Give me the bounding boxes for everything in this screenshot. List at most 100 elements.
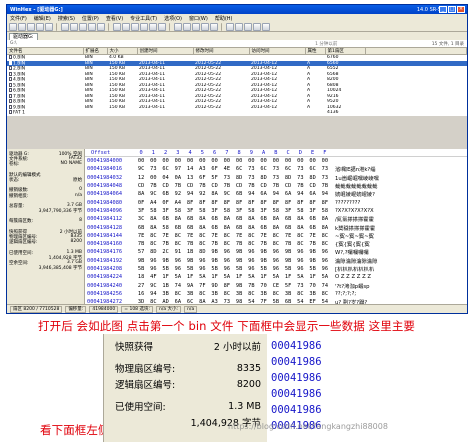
hex-byte[interactable]: 8A — [270, 216, 282, 222]
hex-byte[interactable]: 73 — [270, 166, 282, 172]
hex-byte[interactable]: 00 — [147, 158, 159, 164]
toolbar-icon-button[interactable] — [18, 22, 26, 31]
hex-byte[interactable]: 96 — [196, 258, 208, 264]
hex-byte[interactable]: 6B — [233, 225, 245, 231]
hex-byte[interactable]: 7B — [172, 183, 184, 189]
hex-byte[interactable]: 6B — [172, 225, 184, 231]
toolbar-icon-button[interactable] — [226, 22, 234, 31]
toolbar-icon-button[interactable] — [140, 22, 148, 31]
hex-byte[interactable]: 73 — [294, 283, 306, 289]
hex-byte[interactable]: 96 — [196, 266, 208, 272]
hex-byte[interactable]: 1F — [282, 274, 294, 280]
hex-byte[interactable]: 96 — [172, 266, 184, 272]
hex-byte[interactable]: 6B — [209, 225, 221, 231]
hex-byte[interactable]: 7E — [184, 233, 196, 239]
hex-byte[interactable]: 8D — [307, 175, 319, 181]
hex-byte[interactable]: 9B — [258, 249, 270, 255]
hex-byte[interactable]: 8C — [196, 241, 208, 247]
hex-byte[interactable]: 7B — [245, 283, 257, 289]
hex-byte[interactable]: 4F — [147, 274, 159, 280]
hex-byte[interactable]: 8C — [294, 241, 306, 247]
hex-byte[interactable]: 8F — [221, 283, 233, 289]
hex-row[interactable]: 00041984128 6B 8A 58 6B 6B 8A 6B 8A 6B 8A 6B 8A 6B 8A 6… — [85, 223, 467, 232]
hex-ascii[interactable]: k奦穢搽搽搽霍霍 — [331, 224, 375, 232]
hex-byte[interactable]: 00 — [196, 158, 208, 164]
menu-item-4[interactable]: 查看(V) — [106, 15, 123, 22]
hex-byte[interactable]: 8F — [209, 200, 221, 206]
hex-byte[interactable]: 73 — [147, 166, 159, 172]
hex-byte[interactable]: 6B — [307, 225, 319, 231]
hex-bytes[interactable]: 9B 96 9B 96 9B 96 9B 96 9B 96 9B 96 9B 96 9B 96 — [135, 258, 331, 264]
hex-ascii[interactable]: ??;?;?;?; — [331, 291, 356, 297]
hex-byte[interactable]: 8C — [245, 241, 257, 247]
hex-row[interactable]: 00041984240 27 9C 1B 74 9A 7F 9D 8F 9B 7B 70 CE 5F 73 7… — [85, 281, 467, 290]
hex-byte[interactable]: 3C — [135, 216, 147, 222]
hex-byte[interactable]: 8F — [319, 200, 331, 206]
hex-byte[interactable]: 96 — [221, 258, 233, 264]
hex-bytes[interactable]: 9C 73 6C 97 14 A3 6F 4E 6C 73 6C 73 6C 73 6C 73 — [135, 166, 331, 172]
hex-byte[interactable]: 6B — [258, 216, 270, 222]
hex-byte[interactable]: 5A — [270, 274, 282, 280]
hex-byte[interactable]: 5B — [258, 266, 270, 272]
hex-byte[interactable]: 6B — [135, 225, 147, 231]
hex-byte[interactable]: 73 — [294, 166, 306, 172]
hex-byte[interactable]: 8C — [221, 233, 233, 239]
menu-item-3[interactable]: 位置(P) — [82, 15, 99, 22]
hex-byte[interactable]: 91 — [172, 249, 184, 255]
minimize-button[interactable]: _ — [439, 6, 447, 13]
hex-byte[interactable]: A4 — [172, 200, 184, 206]
hex-byte[interactable]: 8F — [307, 200, 319, 206]
hex-byte[interactable]: 6B — [233, 191, 245, 197]
hex-ascii[interactable]: W?,?囑囑囑囑 — [331, 248, 369, 256]
hex-byte[interactable]: 3B — [307, 291, 319, 297]
hex-byte[interactable]: 8C — [172, 241, 184, 247]
hex-bytes[interactable]: 5B 96 5B 96 5B 96 5B 96 5B 96 5B 96 5B 96 5B 96 — [135, 266, 331, 272]
menu-item-8[interactable]: 帮助(H) — [215, 15, 233, 22]
hex-byte[interactable]: 73 — [221, 175, 233, 181]
hex-byte[interactable]: 00 — [184, 158, 196, 164]
hex-byte[interactable]: 7E — [209, 233, 221, 239]
hex-byte[interactable]: 58 — [147, 208, 159, 214]
hex-byte[interactable]: 8F — [294, 200, 306, 206]
hex-byte[interactable]: 8A — [147, 216, 159, 222]
hex-byte[interactable]: 12 — [135, 175, 147, 181]
hex-byte[interactable]: 8F — [245, 200, 257, 206]
hex-byte[interactable]: 3F — [184, 208, 196, 214]
hex-byte[interactable]: 7B — [196, 183, 208, 189]
hex-byte[interactable]: 3F — [233, 208, 245, 214]
hex-row[interactable]: 00041984016 9C 73 6C 97 14 A3 6F 4E 6C 73 6C 73 6C 73 6… — [85, 165, 467, 173]
hex-ascii[interactable]: O Z Z Z Z Z Z — [331, 274, 371, 280]
hex-byte[interactable]: 8F — [184, 200, 196, 206]
hex-byte[interactable]: 6A — [307, 191, 319, 197]
hex-bytes[interactable]: 8A 9C 6B 92 94 92 8A 9C 6B 94 6A 94 6A 94 6A 94 — [135, 191, 331, 197]
hex-byte[interactable]: 6B — [282, 216, 294, 222]
hex-byte[interactable]: 7B — [319, 183, 331, 189]
hex-byte[interactable]: 8C — [172, 233, 184, 239]
hex-byte[interactable]: 13 — [184, 175, 196, 181]
hex-row[interactable]: 00041984080 0F A4 0F A4 8F 8F 8F 8F 8F 8F 8F 8F 8F 8F 8… — [85, 198, 467, 206]
hex-byte[interactable]: 8A — [196, 216, 208, 222]
hex-ascii[interactable]: 渻l棷E譪n溎k?缁 — [331, 165, 376, 173]
hex-byte[interactable]: 5B — [282, 266, 294, 272]
hex-byte[interactable]: 9B — [307, 249, 319, 255]
hex-byte[interactable]: 9B — [233, 283, 245, 289]
hex-byte[interactable]: 8C — [221, 291, 233, 297]
hex-byte[interactable]: 00 — [233, 158, 245, 164]
hex-byte[interactable]: 8A — [270, 225, 282, 231]
hex-byte[interactable]: 73 — [319, 166, 331, 172]
hex-bytes[interactable]: 3C 8A 6B 8A 6B 8A 6B 8A 6B 8A 6B 8A 6B 8A 6B 8A — [135, 216, 331, 222]
hex-row[interactable]: 00041984064 8A 9C 6B 92 94 92 8A 9C 6B 94 6A 94 6A 94 6… — [85, 190, 467, 198]
hex-byte[interactable]: 00 — [147, 175, 159, 181]
toolbar-icon-button[interactable] — [244, 22, 252, 31]
hex-byte[interactable]: 96 — [221, 249, 233, 255]
toolbar-icon-button[interactable] — [174, 22, 182, 31]
hex-bytes[interactable]: 3F 58 3F 58 3F 58 3F 58 3F 58 3F 58 3F 58 3F 58 — [135, 208, 331, 214]
hex-byte[interactable]: 2C — [160, 249, 172, 255]
hex-byte[interactable]: 8A — [245, 225, 257, 231]
toolbar-icon-button[interactable] — [149, 22, 157, 31]
hex-byte[interactable]: 5B — [307, 266, 319, 272]
hex-byte[interactable]: 6A — [258, 191, 270, 197]
hex-byte[interactable]: 1B — [160, 283, 172, 289]
toolbar-icon-button[interactable] — [9, 22, 17, 31]
hex-byte[interactable]: 3F — [160, 208, 172, 214]
